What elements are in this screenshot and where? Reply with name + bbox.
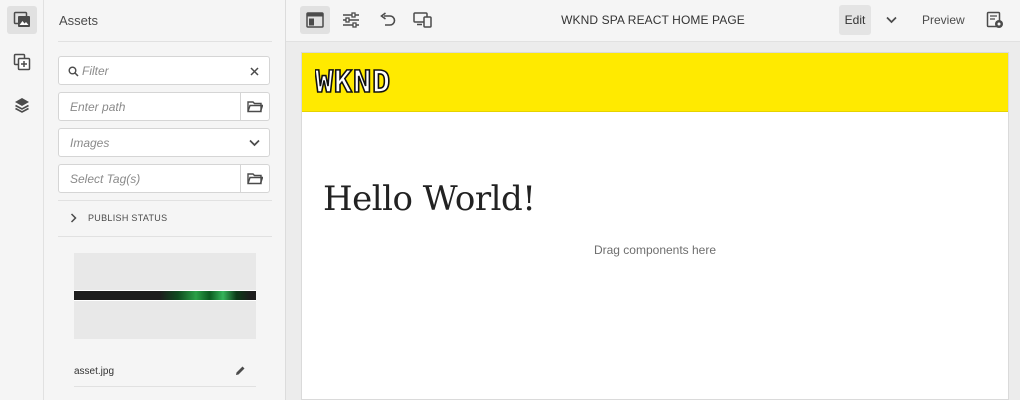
edit-mode-button[interactable]: Edit: [839, 5, 871, 35]
publish-status-label: PUBLISH STATUS: [88, 213, 168, 223]
tags-input[interactable]: [70, 165, 220, 192]
hello-heading[interactable]: Hello World!: [323, 179, 536, 219]
site-header[interactable]: WKND: [302, 53, 1008, 112]
assets-panel: Assets Images: [44, 0, 286, 400]
wknd-logo-text: WKND: [315, 65, 391, 98]
asset-type-value: Images: [70, 136, 110, 150]
path-field: [58, 92, 270, 121]
page-information-button[interactable]: [980, 6, 1010, 34]
asset-type-select[interactable]: Images: [58, 128, 270, 157]
panel-divider: [58, 200, 272, 201]
asset-divider: [74, 386, 256, 387]
pencil-icon: [236, 366, 245, 375]
asset-name[interactable]: asset.jpg: [74, 366, 114, 377]
content-tree-rail-button[interactable]: [7, 91, 37, 119]
page-preview: WKND Hello World! Drag components here: [301, 52, 1009, 400]
filter-input[interactable]: [82, 57, 232, 84]
page-settings-icon: [986, 11, 1003, 28]
publish-status-toggle[interactable]: PUBLISH STATUS: [70, 213, 167, 223]
mode-menu-button[interactable]: [876, 6, 906, 34]
edit-asset-button[interactable]: [234, 364, 246, 382]
panel-divider: [58, 236, 272, 237]
chevron-down-icon: [885, 16, 897, 24]
components-icon: [13, 53, 31, 71]
editor-canvas: WKND Hello World! Drag components here: [286, 42, 1020, 400]
page-title: WKND SPA REACT HOME PAGE: [561, 13, 745, 27]
asset-image-edge: [74, 290, 256, 301]
preview-button[interactable]: Preview: [922, 13, 965, 27]
assets-icon: [13, 11, 30, 27]
side-rail: [0, 0, 44, 400]
tags-field: [58, 164, 270, 193]
folder-icon: [247, 173, 263, 185]
wknd-logo: WKND: [315, 64, 391, 98]
filter-field: [58, 56, 270, 85]
assets-rail-button[interactable]: [7, 6, 37, 34]
path-input[interactable]: [70, 93, 220, 120]
panel-divider: [58, 41, 272, 42]
browse-path-button[interactable]: [240, 93, 269, 120]
folder-icon: [247, 101, 263, 113]
drop-zone[interactable]: Drag components here: [302, 243, 1008, 257]
asset-thumbnail[interactable]: [74, 253, 256, 339]
assets-panel-title: Assets: [59, 13, 99, 28]
edit-mode-label: Edit: [844, 13, 866, 27]
browse-tags-button[interactable]: [240, 165, 269, 192]
components-rail-button[interactable]: [7, 48, 37, 76]
chevron-right-icon: [70, 213, 77, 223]
chevron-down-icon: [249, 139, 260, 147]
content-tree-icon: [15, 98, 29, 113]
editor-toolbar: WKND SPA REACT HOME PAGE Edit Preview: [286, 0, 1020, 42]
search-icon: [68, 66, 79, 77]
clear-icon[interactable]: [250, 67, 259, 76]
asset-image: [74, 290, 256, 301]
